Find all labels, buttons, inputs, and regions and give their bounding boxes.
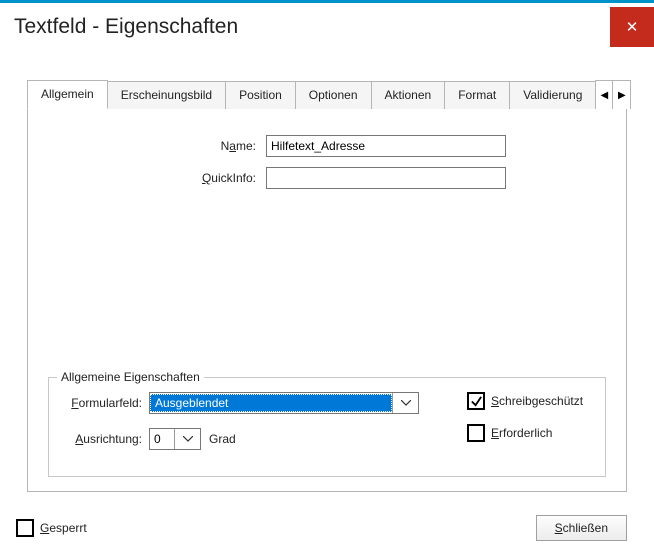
- required-checkbox[interactable]: [467, 424, 485, 442]
- readonly-checkbox[interactable]: [467, 392, 485, 410]
- orientation-combo-value: 0: [150, 431, 174, 447]
- readonly-checkbox-row: Schreibgeschützt: [467, 392, 583, 410]
- formfield-combo-value: Ausgeblendet: [150, 394, 392, 412]
- tab-aktionen[interactable]: Aktionen: [371, 81, 446, 109]
- tab-nav-next[interactable]: ▶: [613, 81, 630, 109]
- tab-format[interactable]: Format: [444, 81, 510, 109]
- quickinfo-input[interactable]: [266, 167, 506, 189]
- general-properties-group: Allgemeine Eigenschaften Formularfeld: A…: [48, 377, 606, 477]
- triangle-right-icon: ▶: [618, 90, 626, 101]
- orientation-label: Ausrichtung:: [61, 432, 149, 446]
- dialog-title: Textfeld - Eigenschaften: [14, 15, 238, 39]
- triangle-left-icon: ◀: [601, 90, 609, 101]
- orientation-combo[interactable]: 0: [149, 428, 201, 450]
- name-label: Name:: [48, 139, 266, 153]
- close-window-button[interactable]: ✕: [610, 7, 654, 47]
- group-legend: Allgemeine Eigenschaften: [57, 370, 204, 384]
- required-label: Erforderlich: [491, 426, 552, 440]
- orientation-unit: Grad: [209, 432, 236, 446]
- quickinfo-label: QuickInfo:: [48, 171, 266, 185]
- tab-panel-allgemein: Name: QuickInfo: Allgemeine Eigenschafte…: [27, 109, 627, 492]
- name-input[interactable]: [266, 135, 506, 157]
- locked-checkbox-row: Gesperrt: [16, 519, 87, 537]
- tab-nav-prev[interactable]: ◀: [596, 81, 613, 109]
- locked-label: Gesperrt: [40, 521, 87, 535]
- chevron-down-icon: [174, 429, 200, 449]
- tab-position[interactable]: Position: [225, 81, 296, 109]
- tab-nav: ◀ ▶: [595, 80, 631, 109]
- tab-validierung[interactable]: Validierung: [509, 81, 596, 109]
- tab-allgemein[interactable]: Allgemein: [27, 80, 108, 109]
- check-icon: [470, 395, 483, 408]
- close-button[interactable]: Schließen: [536, 515, 627, 541]
- formfield-label: Formularfeld:: [61, 396, 149, 410]
- required-checkbox-row: Erforderlich: [467, 424, 583, 442]
- locked-checkbox[interactable]: [16, 519, 34, 537]
- tab-erscheinungsbild[interactable]: Erscheinungsbild: [107, 81, 226, 109]
- close-icon: ✕: [626, 18, 639, 36]
- formfield-combo[interactable]: Ausgeblendet: [149, 392, 419, 414]
- dialog-footer: Gesperrt Schließen: [16, 515, 627, 541]
- chevron-down-icon: [392, 393, 418, 413]
- readonly-label: Schreibgeschützt: [491, 394, 583, 408]
- tab-optionen[interactable]: Optionen: [295, 81, 372, 109]
- tab-strip: Allgemein Erscheinungsbild Position Opti…: [27, 79, 627, 109]
- dialog-header: Textfeld - Eigenschaften ✕: [0, 3, 654, 51]
